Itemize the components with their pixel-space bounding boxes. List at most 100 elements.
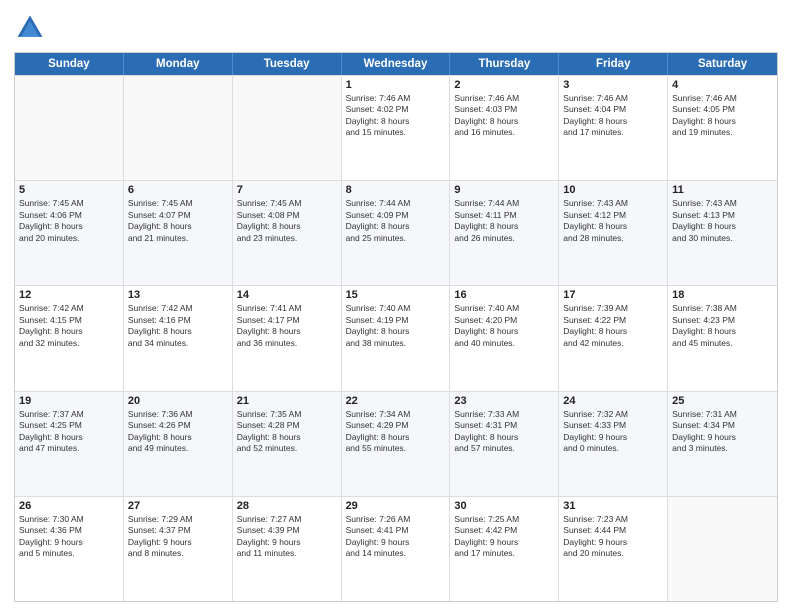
day-number: 8	[346, 184, 446, 196]
calendar-body: 1Sunrise: 7:46 AMSunset: 4:02 PMDaylight…	[15, 75, 777, 601]
header-day-sunday: Sunday	[15, 53, 124, 75]
day-number: 18	[672, 289, 773, 301]
day-number: 28	[237, 500, 337, 512]
cell-text: Sunrise: 7:33 AM	[454, 409, 554, 420]
day-number: 19	[19, 395, 119, 407]
empty-cell	[233, 76, 342, 180]
cell-text: Daylight: 8 hours	[19, 326, 119, 337]
cell-text: Sunrise: 7:43 AM	[563, 198, 663, 209]
cell-text: Sunrise: 7:34 AM	[346, 409, 446, 420]
cell-text: Sunrise: 7:46 AM	[672, 93, 773, 104]
cell-text: Sunrise: 7:41 AM	[237, 303, 337, 314]
cell-text: and 8 minutes.	[128, 548, 228, 559]
cell-text: Daylight: 8 hours	[237, 326, 337, 337]
cell-text: Daylight: 8 hours	[346, 221, 446, 232]
cell-text: and 52 minutes.	[237, 443, 337, 454]
cell-text: Sunrise: 7:36 AM	[128, 409, 228, 420]
cell-text: Sunrise: 7:27 AM	[237, 514, 337, 525]
logo-icon	[14, 12, 46, 44]
cell-text: Daylight: 8 hours	[346, 116, 446, 127]
cell-text: Sunrise: 7:40 AM	[454, 303, 554, 314]
cell-text: Sunrise: 7:45 AM	[237, 198, 337, 209]
week-row-3: 12Sunrise: 7:42 AMSunset: 4:15 PMDayligh…	[15, 285, 777, 390]
week-row-4: 19Sunrise: 7:37 AMSunset: 4:25 PMDayligh…	[15, 391, 777, 496]
header-day-wednesday: Wednesday	[342, 53, 451, 75]
cell-text: and 32 minutes.	[19, 338, 119, 349]
day-cell-4: 4Sunrise: 7:46 AMSunset: 4:05 PMDaylight…	[668, 76, 777, 180]
cell-text: Sunset: 4:02 PM	[346, 104, 446, 115]
cell-text: Sunset: 4:07 PM	[128, 210, 228, 221]
header	[14, 12, 778, 44]
cell-text: Sunset: 4:05 PM	[672, 104, 773, 115]
day-cell-27: 27Sunrise: 7:29 AMSunset: 4:37 PMDayligh…	[124, 497, 233, 601]
cell-text: Sunset: 4:37 PM	[128, 525, 228, 536]
day-cell-14: 14Sunrise: 7:41 AMSunset: 4:17 PMDayligh…	[233, 286, 342, 390]
day-number: 31	[563, 500, 663, 512]
cell-text: Sunset: 4:16 PM	[128, 315, 228, 326]
day-number: 9	[454, 184, 554, 196]
cell-text: Sunrise: 7:38 AM	[672, 303, 773, 314]
day-number: 16	[454, 289, 554, 301]
header-day-friday: Friday	[559, 53, 668, 75]
cell-text: Sunrise: 7:46 AM	[563, 93, 663, 104]
cell-text: Daylight: 9 hours	[563, 537, 663, 548]
calendar: SundayMondayTuesdayWednesdayThursdayFrid…	[14, 52, 778, 602]
day-cell-13: 13Sunrise: 7:42 AMSunset: 4:16 PMDayligh…	[124, 286, 233, 390]
cell-text: Daylight: 8 hours	[563, 326, 663, 337]
cell-text: Sunset: 4:20 PM	[454, 315, 554, 326]
empty-cell	[668, 497, 777, 601]
cell-text: Sunrise: 7:46 AM	[454, 93, 554, 104]
cell-text: and 23 minutes.	[237, 233, 337, 244]
header-day-tuesday: Tuesday	[233, 53, 342, 75]
logo	[14, 12, 50, 44]
cell-text: Daylight: 8 hours	[454, 221, 554, 232]
cell-text: Daylight: 9 hours	[19, 537, 119, 548]
day-cell-20: 20Sunrise: 7:36 AMSunset: 4:26 PMDayligh…	[124, 392, 233, 496]
cell-text: Daylight: 9 hours	[346, 537, 446, 548]
day-number: 1	[346, 79, 446, 91]
day-cell-5: 5Sunrise: 7:45 AMSunset: 4:06 PMDaylight…	[15, 181, 124, 285]
cell-text: Sunrise: 7:32 AM	[563, 409, 663, 420]
cell-text: and 0 minutes.	[563, 443, 663, 454]
day-number: 12	[19, 289, 119, 301]
day-cell-10: 10Sunrise: 7:43 AMSunset: 4:12 PMDayligh…	[559, 181, 668, 285]
day-number: 20	[128, 395, 228, 407]
cell-text: and 30 minutes.	[672, 233, 773, 244]
cell-text: Sunrise: 7:46 AM	[346, 93, 446, 104]
day-number: 26	[19, 500, 119, 512]
cell-text: Daylight: 8 hours	[19, 221, 119, 232]
cell-text: and 14 minutes.	[346, 548, 446, 559]
day-number: 25	[672, 395, 773, 407]
cell-text: Sunset: 4:28 PM	[237, 420, 337, 431]
cell-text: and 36 minutes.	[237, 338, 337, 349]
cell-text: Sunrise: 7:45 AM	[19, 198, 119, 209]
cell-text: and 28 minutes.	[563, 233, 663, 244]
cell-text: and 5 minutes.	[19, 548, 119, 559]
cell-text: and 57 minutes.	[454, 443, 554, 454]
cell-text: Sunrise: 7:44 AM	[346, 198, 446, 209]
day-number: 13	[128, 289, 228, 301]
cell-text: Sunrise: 7:25 AM	[454, 514, 554, 525]
empty-cell	[15, 76, 124, 180]
cell-text: Sunset: 4:39 PM	[237, 525, 337, 536]
day-cell-6: 6Sunrise: 7:45 AMSunset: 4:07 PMDaylight…	[124, 181, 233, 285]
cell-text: and 45 minutes.	[672, 338, 773, 349]
cell-text: and 17 minutes.	[454, 548, 554, 559]
cell-text: Sunrise: 7:45 AM	[128, 198, 228, 209]
day-cell-16: 16 Sunrise: 7:40 AMSunset: 4:20 PMDayligh…	[450, 286, 559, 390]
day-cell-26: 26Sunrise: 7:30 AMSunset: 4:36 PMDayligh…	[15, 497, 124, 601]
cell-text: Daylight: 8 hours	[672, 221, 773, 232]
day-cell-24: 24Sunrise: 7:32 AMSunset: 4:33 PMDayligh…	[559, 392, 668, 496]
cell-text: Sunset: 4:17 PM	[237, 315, 337, 326]
cell-text: Sunset: 4:42 PM	[454, 525, 554, 536]
day-number: 6	[128, 184, 228, 196]
cell-text: and 17 minutes.	[563, 127, 663, 138]
cell-text: Sunrise: 7:44 AM	[454, 198, 554, 209]
day-cell-2: 2Sunrise: 7:46 AMSunset: 4:03 PMDaylight…	[450, 76, 559, 180]
day-cell-11: 11Sunrise: 7:43 AMSunset: 4:13 PMDayligh…	[668, 181, 777, 285]
cell-text: Daylight: 8 hours	[237, 221, 337, 232]
cell-text: Sunset: 4:29 PM	[346, 420, 446, 431]
cell-text: Daylight: 8 hours	[454, 326, 554, 337]
day-cell-15: 15Sunrise: 7:40 AMSunset: 4:19 PMDayligh…	[342, 286, 451, 390]
cell-text: Sunset: 4:15 PM	[19, 315, 119, 326]
